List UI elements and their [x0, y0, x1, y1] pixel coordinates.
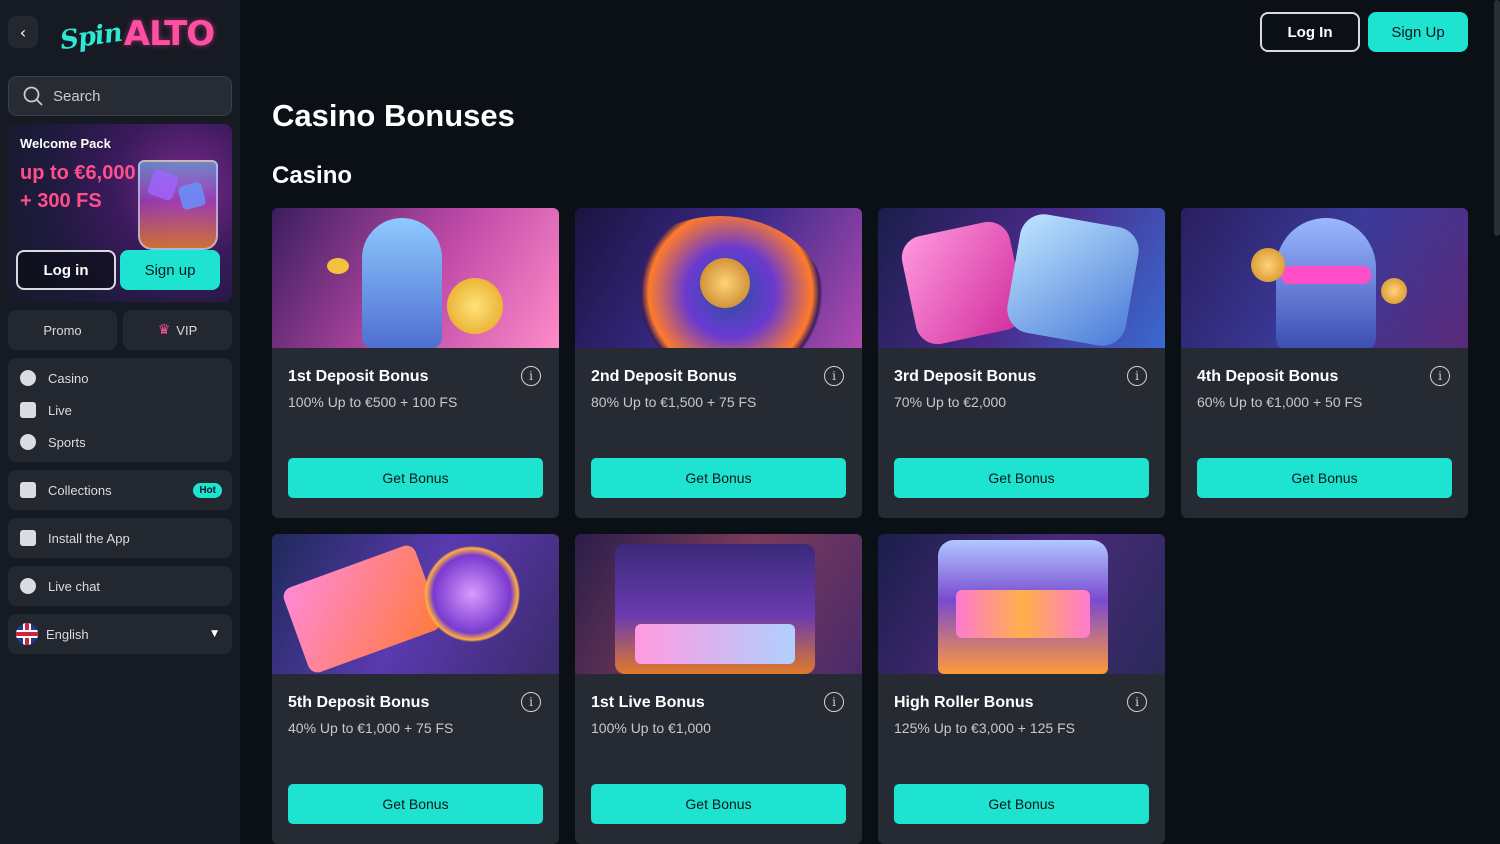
- main-nav: Casino Live Sports: [8, 358, 232, 462]
- page-title: Casino Bonuses: [272, 98, 515, 133]
- welcome-signup-button[interactable]: Sign up: [120, 250, 220, 290]
- get-bonus-button[interactable]: Get Bonus: [591, 784, 846, 824]
- info-icon[interactable]: i: [1127, 692, 1147, 712]
- info-icon[interactable]: i: [1127, 366, 1147, 386]
- bonus-card: 3rd Deposit Bonus i 70% Up to €2,000 Get…: [878, 208, 1165, 518]
- collections-label: Collections: [48, 482, 112, 498]
- bonus-card: High Roller Bonus i 125% Up to €3,000 + …: [878, 534, 1165, 844]
- chevron-left-icon: ‹: [19, 22, 27, 42]
- nav-label: Sports: [48, 434, 86, 450]
- bonus-description: 80% Up to €1,500 + 75 FS: [591, 394, 757, 410]
- sidebar: ‹ Spin ALTO Search Welcome Pack up to €6…: [0, 0, 240, 844]
- search-input[interactable]: Search: [8, 76, 232, 116]
- nav-label: Casino: [48, 370, 89, 386]
- bonus-card: 4th Deposit Bonus i 60% Up to €1,000 + 5…: [1181, 208, 1468, 518]
- nav-item-live-chat[interactable]: Live chat: [8, 570, 232, 602]
- nav-label: Live: [48, 402, 72, 418]
- nav-item-collections[interactable]: Collections Hot: [8, 474, 232, 506]
- dice-glass-illustration: [138, 160, 218, 250]
- bonus-card-image: [272, 208, 559, 348]
- header-signup-button[interactable]: Sign Up: [1368, 12, 1468, 52]
- welcome-pack-banner[interactable]: Welcome Pack up to €6,000 + 300 FS Log i…: [8, 124, 232, 302]
- welcome-title: Welcome Pack: [20, 136, 111, 151]
- uk-flag-icon: [16, 623, 38, 645]
- install-label: Install the App: [48, 530, 130, 546]
- bonus-card-image: [1181, 208, 1468, 348]
- nav-item-live[interactable]: Live: [8, 394, 232, 426]
- bonus-description: 100% Up to €500 + 100 FS: [288, 394, 458, 410]
- welcome-amount: up to €6,000: [20, 162, 136, 184]
- logo-word: ALTO: [123, 14, 215, 54]
- bonus-description: 125% Up to €3,000 + 125 FS: [894, 720, 1075, 736]
- bonus-card: 2nd Deposit Bonus i 80% Up to €1,500 + 7…: [575, 208, 862, 518]
- puzzle-icon: [20, 482, 36, 498]
- live-chat-label: Live chat: [48, 578, 101, 594]
- logo-script: Spin: [58, 17, 124, 57]
- bonus-card-image: [878, 534, 1165, 674]
- bonus-description: 100% Up to €1,000: [591, 720, 711, 736]
- info-icon[interactable]: i: [824, 366, 844, 386]
- info-icon[interactable]: i: [521, 692, 541, 712]
- live-chat-item[interactable]: Live chat: [8, 566, 232, 606]
- bonus-title: 2nd Deposit Bonus: [591, 368, 737, 385]
- bonus-title: 1st Deposit Bonus: [288, 368, 429, 385]
- ball-icon: [20, 434, 36, 450]
- brand-logo[interactable]: Spin ALTO: [58, 12, 215, 56]
- bonus-card: 5th Deposit Bonus i 40% Up to €1,000 + 7…: [272, 534, 559, 844]
- bonus-title: 4th Deposit Bonus: [1197, 368, 1339, 385]
- bonus-description: 60% Up to €1,000 + 50 FS: [1197, 394, 1363, 410]
- bonus-title: High Roller Bonus: [894, 694, 1034, 711]
- section-title: Casino: [272, 162, 353, 189]
- bonus-card-image: [575, 208, 862, 348]
- language-selector[interactable]: English ▼: [8, 614, 232, 654]
- bonus-card-image: [575, 534, 862, 674]
- search-placeholder: Search: [53, 87, 101, 105]
- install-app-item[interactable]: Install the App: [8, 518, 232, 558]
- bonus-card: 1st Live Bonus i 100% Up to €1,000 Get B…: [575, 534, 862, 844]
- get-bonus-button[interactable]: Get Bonus: [591, 458, 846, 498]
- info-icon[interactable]: i: [521, 366, 541, 386]
- welcome-free-spins: + 300 FS: [20, 190, 102, 212]
- bonus-title: 5th Deposit Bonus: [288, 694, 430, 711]
- get-bonus-button[interactable]: Get Bonus: [288, 458, 543, 498]
- bonus-description: 70% Up to €2,000: [894, 394, 1007, 410]
- promo-vip-tabs: Promo ♛ VIP: [8, 310, 232, 350]
- nav-item-install[interactable]: Install the App: [8, 522, 232, 554]
- collapse-sidebar-button[interactable]: ‹: [8, 16, 38, 48]
- page-scrollbar[interactable]: [1494, 0, 1500, 236]
- header-login-button[interactable]: Log In: [1260, 12, 1360, 52]
- promo-label: Promo: [43, 322, 82, 338]
- collections-item[interactable]: Collections Hot: [8, 470, 232, 510]
- vip-button[interactable]: ♛ VIP: [123, 310, 232, 350]
- nav-item-sports[interactable]: Sports: [8, 426, 232, 458]
- bonus-title: 1st Live Bonus: [591, 694, 705, 711]
- promo-button[interactable]: Promo: [8, 310, 117, 350]
- bonus-card-image: [272, 534, 559, 674]
- search-icon: [23, 86, 43, 106]
- download-icon: [20, 530, 36, 546]
- get-bonus-button[interactable]: Get Bonus: [1197, 458, 1452, 498]
- chevron-down-icon: ▼: [211, 629, 218, 639]
- get-bonus-button[interactable]: Get Bonus: [288, 784, 543, 824]
- chat-bubble-icon: [20, 578, 36, 594]
- welcome-login-button[interactable]: Log in: [16, 250, 116, 290]
- info-icon[interactable]: i: [824, 692, 844, 712]
- crown-icon: ♛: [157, 322, 171, 338]
- get-bonus-button[interactable]: Get Bonus: [894, 458, 1149, 498]
- bonus-description: 40% Up to €1,000 + 75 FS: [288, 720, 454, 736]
- nav-item-casino[interactable]: Casino: [8, 362, 232, 394]
- casino-chip-icon: [20, 370, 36, 386]
- info-icon[interactable]: i: [1430, 366, 1450, 386]
- language-label: English: [46, 626, 89, 642]
- hot-badge: Hot: [193, 482, 222, 498]
- bonus-card: 1st Deposit Bonus i 100% Up to €500 + 10…: [272, 208, 559, 518]
- vip-label: VIP: [176, 322, 198, 338]
- language-dropdown[interactable]: English ▼: [8, 618, 232, 650]
- bonus-card-image: [878, 208, 1165, 348]
- get-bonus-button[interactable]: Get Bonus: [894, 784, 1149, 824]
- dice-icon: [20, 402, 36, 418]
- bonus-title: 3rd Deposit Bonus: [894, 368, 1037, 385]
